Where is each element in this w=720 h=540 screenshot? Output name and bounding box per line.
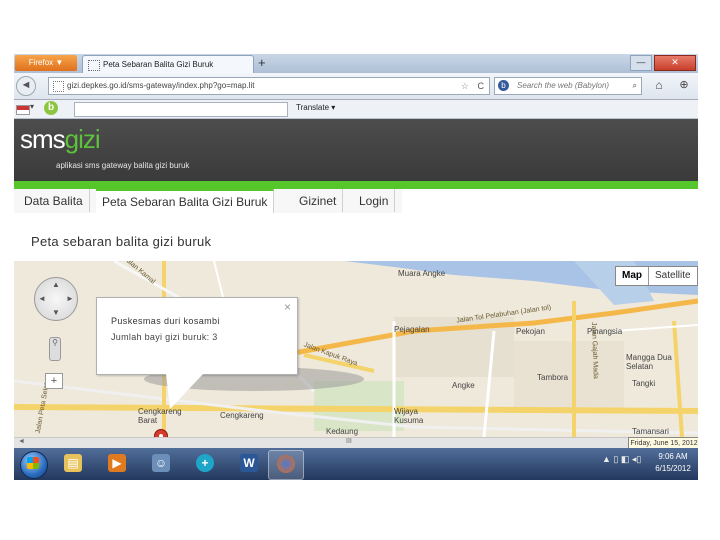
back-button[interactable]: ◄	[16, 76, 36, 96]
babylon-icon[interactable]: b	[498, 80, 509, 91]
place-label: Pejagalan	[394, 325, 430, 334]
content-area: Peta sebaran balita gizi buruk	[14, 213, 698, 261]
place-label: Muara Angke	[398, 269, 446, 278]
flag-icon[interactable]	[16, 105, 30, 115]
search-placeholder: Search the web (Babylon)	[517, 81, 610, 90]
place-label: Tangki	[632, 379, 656, 388]
place-label: Kedaung	[326, 427, 359, 436]
taskbar-app-plus[interactable]: +	[188, 450, 222, 478]
close-window-button[interactable]: ✕	[654, 55, 696, 71]
scroll-thumb[interactable]: III	[346, 438, 352, 445]
info-window-tail	[166, 373, 204, 409]
clock-date: 6/15/2012	[655, 464, 691, 473]
firefox-menu-button[interactable]: Firefox ▼	[15, 55, 77, 71]
close-icon[interactable]: ×	[284, 300, 291, 314]
toolbar-search-input[interactable]	[74, 102, 288, 117]
start-button[interactable]	[16, 448, 50, 480]
chevron-down-icon[interactable]: ▼	[52, 308, 60, 317]
nav-login[interactable]: Login	[353, 189, 396, 212]
site-tagline: aplikasi sms gateway balita gizi buruk	[56, 161, 190, 170]
firefox-icon	[277, 455, 295, 473]
map-type-satellite-button[interactable]: Satellite	[649, 267, 697, 285]
screenshot-frame: Firefox ▼ Peta Sebaran Balita Gizi Buruk…	[14, 54, 698, 480]
urban-block	[514, 341, 624, 411]
minimize-button[interactable]: —	[630, 55, 652, 71]
babylon-logo-icon[interactable]: b	[44, 101, 58, 115]
pan-control[interactable]: ▲ ◄ ► ▼	[34, 277, 78, 321]
windows-logo-icon	[27, 457, 39, 469]
new-tab-button[interactable]: +	[258, 56, 266, 70]
chevron-down-icon[interactable]: ▾	[30, 102, 34, 111]
chevron-right-icon[interactable]: ►	[66, 294, 74, 303]
place-label: Pinangsia	[587, 327, 623, 336]
tab-title: Peta Sebaran Balita Gizi Buruk	[103, 60, 214, 69]
nav-gizinet[interactable]: Gizinet	[293, 189, 344, 212]
home-icon[interactable]: ⌂	[650, 77, 668, 94]
taskbar-app[interactable]: ☺	[144, 450, 178, 478]
place-label: Pekojan	[516, 327, 545, 336]
place-label: Mangga Dua Selatan	[626, 353, 672, 371]
search-box[interactable]: b Search the web (Babylon) ⌕	[494, 77, 642, 95]
site-logo[interactable]: smsgizi	[20, 124, 101, 155]
scroll-left-icon[interactable]: ◄	[18, 438, 25, 445]
info-window: × Puskesmas duri kosambi Jumlah bayi giz…	[96, 297, 298, 375]
taskbar-explorer[interactable]: ▤	[56, 450, 90, 478]
people-icon: ☺	[152, 454, 170, 472]
site-header: smsgizi aplikasi sms gateway balita gizi…	[14, 119, 698, 181]
babylon-toolbar: ▾ b Translate ▾	[14, 100, 698, 119]
media-player-icon: ▶	[108, 454, 126, 472]
clock[interactable]: 9:06 AM 6/15/2012	[650, 451, 696, 475]
taskbar-word[interactable]: W	[232, 450, 266, 478]
place-label: Wijaya Kusuma	[394, 407, 424, 425]
road	[14, 404, 698, 414]
info-body: Jumlah bayi gizi buruk: 3	[111, 332, 218, 342]
browser-tab-bar: Firefox ▼ Peta Sebaran Balita Gizi Buruk…	[14, 54, 698, 74]
page-icon	[88, 60, 100, 71]
system-tray[interactable]: ▲ ▯ ◧ ◂▯	[602, 454, 641, 465]
taskbar-media-player[interactable]: ▶	[100, 450, 134, 478]
browser-nav-bar: ◄ gizi.depkes.go.id/sms-gateway/index.ph…	[14, 73, 698, 100]
site-icon	[53, 81, 64, 92]
word-icon: W	[240, 454, 258, 472]
browser-tab[interactable]: Peta Sebaran Balita Gizi Buruk	[82, 55, 254, 74]
taskbar-firefox[interactable]	[268, 450, 304, 480]
place-label: Cengkareng	[220, 411, 264, 420]
windows-taskbar: ▤ ▶ ☺ + W ▲ ▯ ◧ ◂▯ 9:06 AM 6/15/2012	[14, 448, 698, 480]
map-marker-icon[interactable]	[154, 429, 168, 437]
site-nav: Data Balita Peta Sebaran Balita Gizi Bur…	[14, 189, 402, 214]
reload-icon[interactable]: C	[478, 78, 485, 94]
street-view-pegman-icon[interactable]: ⚲	[49, 337, 61, 361]
translate-button[interactable]: Translate ▾	[296, 103, 335, 112]
zoom-in-button[interactable]: +	[45, 373, 63, 389]
search-icon[interactable]: ⌕	[633, 78, 637, 94]
plus-icon: +	[196, 454, 214, 472]
place-label: Tamansari	[632, 427, 669, 436]
info-title: Puskesmas duri kosambi	[111, 316, 220, 326]
header-accent-bar	[14, 181, 698, 189]
logo-sms: sms	[20, 124, 66, 154]
addon-icon[interactable]: ⊕	[674, 77, 694, 94]
url-bar[interactable]: gizi.depkes.go.id/sms-gateway/index.php?…	[48, 77, 490, 95]
chevron-up-icon[interactable]: ▲	[52, 280, 60, 289]
map-view[interactable]: Jalan Kamal Jalan Tol Pelabuhan (Jalan t…	[14, 261, 698, 437]
folder-icon: ▤	[64, 454, 82, 472]
logo-gizi: gizi	[64, 124, 101, 154]
page-title: Peta sebaran balita gizi buruk	[31, 234, 212, 249]
place-label: Angke	[452, 381, 475, 390]
star-icon[interactable]: ☆	[461, 78, 469, 94]
nav-data-balita[interactable]: Data Balita	[18, 189, 90, 212]
chevron-left-icon[interactable]: ◄	[38, 294, 46, 303]
place-label: Tambora	[537, 373, 569, 382]
nav-peta-sebaran[interactable]: Peta Sebaran Balita Gizi Buruk	[96, 189, 275, 214]
map-type-map-button[interactable]: Map	[616, 267, 649, 285]
url-text: gizi.depkes.go.id/sms-gateway/index.php?…	[67, 81, 255, 90]
place-label: Cengkareng Barat	[138, 407, 182, 425]
clock-time: 9:06 AM	[658, 452, 688, 461]
map-type-control: Map Satellite	[615, 266, 698, 286]
